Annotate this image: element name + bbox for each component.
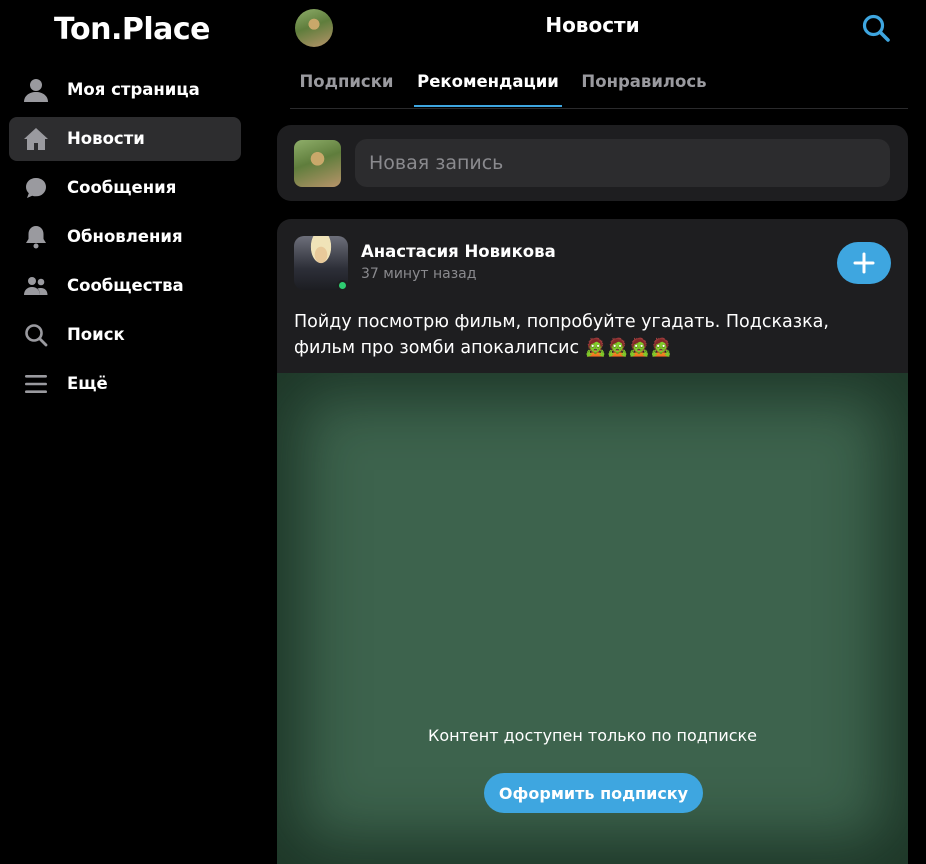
tab-recommendations[interactable]: Рекомендации — [414, 62, 562, 108]
search-button[interactable] — [860, 12, 892, 44]
plus-icon — [853, 252, 875, 274]
post-card: Анастасия Новикова 37 минут назад Пойду … — [277, 219, 908, 864]
sidebar-item-updates[interactable]: Обновления — [9, 215, 241, 259]
sidebar-item-label: Ещё — [67, 374, 108, 393]
profile-avatar[interactable] — [295, 9, 333, 47]
menu-icon — [23, 371, 49, 397]
sidebar-item-my-page[interactable]: Моя страница — [9, 68, 241, 112]
composer-avatar — [294, 140, 341, 187]
sidebar-item-label: Моя страница — [67, 80, 200, 99]
feed-tabs: Подписки Рекомендации Понравилось — [290, 62, 908, 109]
avatar-image — [295, 9, 333, 47]
post-timestamp: 37 минут назад — [361, 266, 477, 282]
subscribe-button[interactable]: Оформить подписку — [484, 773, 703, 813]
avatar-image — [294, 140, 341, 187]
sidebar-item-label: Сообщения — [67, 178, 177, 197]
sidebar-item-communities[interactable]: Сообщества — [9, 264, 241, 308]
new-post-input[interactable] — [355, 139, 890, 187]
search-icon — [23, 322, 49, 348]
sidebar-item-messages[interactable]: Сообщения — [9, 166, 241, 210]
post-text: Пойду посмотрю фильм, попробуйте угадать… — [294, 312, 829, 358]
locked-content-message: Контент доступен только по подписке — [427, 726, 758, 745]
sidebar-item-label: Сообщества — [67, 276, 184, 295]
home-icon — [23, 126, 49, 152]
chat-icon — [23, 175, 49, 201]
tab-liked[interactable]: Понравилось — [573, 62, 715, 108]
page-title: Новости — [545, 13, 640, 37]
active-tab-indicator — [414, 105, 562, 107]
follow-button[interactable] — [837, 242, 891, 284]
sidebar: Ton.Place Моя страница Новости Сообщения… — [0, 0, 252, 864]
locked-media: Контент доступен только по подписке Офор… — [277, 373, 908, 864]
online-indicator — [337, 280, 348, 291]
sidebar-item-search[interactable]: Поиск — [9, 313, 241, 357]
app-logo[interactable]: Ton.Place — [54, 12, 211, 47]
sidebar-item-label: Поиск — [67, 325, 125, 344]
user-icon — [23, 77, 49, 103]
tab-subscriptions[interactable]: Подписки — [290, 62, 403, 108]
new-post-composer — [277, 125, 908, 201]
group-icon — [23, 273, 49, 299]
sidebar-item-label: Новости — [67, 129, 145, 148]
sidebar-item-label: Обновления — [67, 227, 183, 246]
sidebar-item-news[interactable]: Новости — [9, 117, 241, 161]
author-name[interactable]: Анастасия Новикова — [361, 242, 556, 261]
sidebar-item-more[interactable]: Ещё — [9, 362, 241, 406]
search-icon — [862, 14, 890, 42]
bell-icon — [23, 224, 49, 250]
